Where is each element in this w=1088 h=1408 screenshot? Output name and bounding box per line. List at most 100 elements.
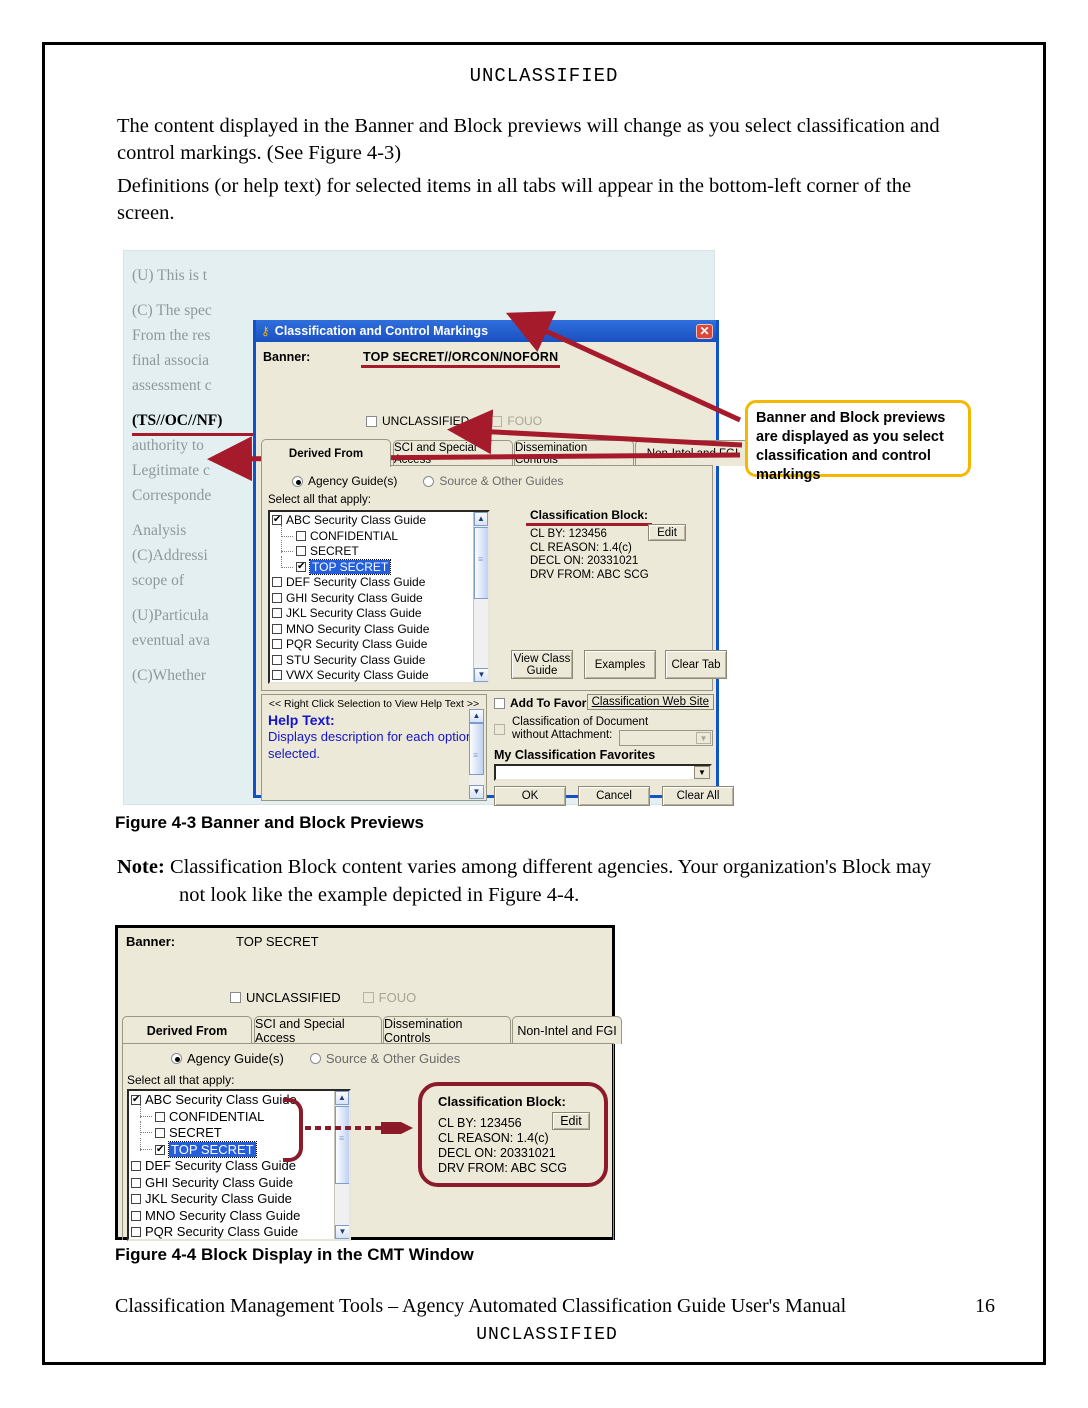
clear-tab-button[interactable]: Clear Tab xyxy=(665,650,727,679)
note-label: Note: xyxy=(117,856,165,878)
my-classification-favorites-select[interactable]: ▼ xyxy=(494,764,712,781)
checkbox-icon[interactable] xyxy=(131,1161,141,1171)
f44-scroll-down-icon[interactable]: ▼ xyxy=(335,1225,349,1239)
list-item[interactable]: TOP SECRET xyxy=(129,1137,349,1159)
f44-tab-dissemination-controls[interactable]: Dissemination Controls xyxy=(383,1016,511,1045)
f44-unclassified-checkbox[interactable] xyxy=(230,992,241,1003)
f44-tab-derived-from[interactable]: Derived From xyxy=(122,1016,252,1044)
checkbox-icon[interactable] xyxy=(131,1194,141,1204)
checkbox-checked-icon[interactable] xyxy=(296,559,306,574)
examples-button[interactable]: Examples xyxy=(584,650,656,679)
cancel-button[interactable]: Cancel xyxy=(578,786,650,806)
guide-listbox[interactable]: ABC Security Class GuideCONFIDENTIALSECR… xyxy=(268,510,490,684)
f44-scrollbar-thumb[interactable] xyxy=(335,1106,349,1184)
scroll-up-icon[interactable]: ▲ xyxy=(474,512,488,526)
list-item[interactable]: CONFIDENTIAL xyxy=(270,524,488,545)
list-item[interactable]: DEF Security Class Guide xyxy=(129,1158,349,1175)
f44-derived-from-panel: Agency Guide(s) Source & Other Guides Sel… xyxy=(122,1043,614,1241)
checkbox-icon[interactable] xyxy=(272,608,282,618)
checkbox-icon[interactable] xyxy=(131,1177,141,1188)
list-item[interactable]: PQR Security Class Guide xyxy=(129,1224,349,1239)
list-item[interactable]: TOP SECRET xyxy=(270,555,488,576)
list-item[interactable]: MNO Security Class Guide xyxy=(270,622,488,638)
f44-banner-label: Banner: xyxy=(126,934,176,949)
agency-guides-radio[interactable] xyxy=(292,475,303,487)
ok-button[interactable]: OK xyxy=(494,786,566,806)
paragraph-1: The content displayed in the Banner and … xyxy=(117,115,940,164)
close-icon[interactable]: ✕ xyxy=(696,323,713,339)
checkbox-icon[interactable] xyxy=(272,670,282,680)
checkbox-icon[interactable] xyxy=(296,546,306,556)
add-to-favorites-checkbox[interactable] xyxy=(494,697,505,709)
tab-dissemination-controls[interactable]: Dissemination Controls xyxy=(514,440,634,466)
list-item[interactable]: JKL Security Class Guide xyxy=(270,606,488,622)
f44-banner-row: Banner: TOP SECRET xyxy=(126,933,319,951)
classification-web-site-link[interactable]: Classification Web Site xyxy=(586,694,714,710)
f44-classification-block-title: Classification Block: xyxy=(438,1094,566,1109)
list-item[interactable]: STU Security Class Guide xyxy=(129,1241,349,1242)
list-item[interactable]: GHI Security Class Guide xyxy=(129,1175,349,1192)
f44-tab-sci-and-special-access[interactable]: SCI and Special Access xyxy=(254,1016,382,1045)
checkbox-icon[interactable] xyxy=(272,592,282,603)
scroll-down-icon[interactable]: ▼ xyxy=(474,668,488,682)
bgdoc-line: eventual ava xyxy=(132,632,210,649)
unclassified-checkbox[interactable] xyxy=(366,415,377,427)
list-item-label: STU Security Class Guide xyxy=(145,1241,296,1242)
list-item[interactable]: YZ Security Class Guide xyxy=(270,684,488,685)
scrollbar-thumb[interactable] xyxy=(474,527,488,599)
listbox-scrollbar[interactable]: ▲ ▼ xyxy=(473,512,488,682)
checkbox-icon[interactable] xyxy=(296,530,306,541)
help-scroll-down-icon[interactable]: ▼ xyxy=(469,785,484,799)
fouo-checkbox[interactable] xyxy=(491,415,503,427)
checkbox-icon[interactable] xyxy=(131,1227,141,1237)
list-item-label: ABC Security Class Guide xyxy=(286,513,427,527)
list-item[interactable]: VWX Security Class Guide xyxy=(270,668,488,682)
help-scroll-up-icon[interactable]: ▲ xyxy=(469,709,484,723)
list-item[interactable]: ABC Security Class Guide xyxy=(270,512,488,529)
f44-tab-non-intel-and-fgi[interactable]: Non-Intel and FGI xyxy=(512,1016,622,1044)
dialog-title-bar[interactable]: ⚷ Classification and Control Markings ✕ xyxy=(256,320,716,342)
f44-guide-listbox[interactable]: ABC Security Class GuideCONFIDENTIALSECR… xyxy=(127,1089,351,1241)
select-all-label: Select all that apply: xyxy=(268,494,371,506)
list-item[interactable]: DEF Security Class Guide xyxy=(270,575,488,591)
f44-scroll-up-icon[interactable]: ▲ xyxy=(335,1091,349,1105)
list-item[interactable]: JKL Security Class Guide xyxy=(129,1191,349,1208)
checkbox-icon[interactable] xyxy=(131,1210,141,1221)
view-class-guide-label: View Class Guide xyxy=(513,652,571,677)
checkbox-icon[interactable] xyxy=(272,639,282,649)
list-item-label: GHI Security Class Guide xyxy=(286,590,423,605)
list-item[interactable]: ABC Security Class Guide xyxy=(129,1092,349,1109)
checkbox-checked-icon[interactable] xyxy=(155,1142,165,1158)
help-scrollbar[interactable]: ▲ ▼ xyxy=(469,709,484,799)
view-class-guide-button[interactable]: View Class Guide xyxy=(511,650,573,679)
edit-button[interactable]: Edit xyxy=(648,524,686,541)
list-item[interactable]: STU Security Class Guide xyxy=(270,653,488,669)
checkbox-icon[interactable] xyxy=(155,1128,165,1138)
list-item[interactable]: GHI Security Class Guide xyxy=(270,591,488,607)
help-scrollbar-thumb[interactable] xyxy=(469,723,484,775)
tab-non-intel-and-fgi[interactable]: Non-Intel and FGI xyxy=(635,440,750,466)
f44-fouo-checkbox[interactable] xyxy=(362,992,374,1003)
checkbox-icon[interactable] xyxy=(272,623,282,634)
list-item[interactable]: PQR Security Class Guide xyxy=(270,637,488,653)
guide-source-radio-group: Agency Guide(s) Source & Other Guides xyxy=(292,474,589,488)
checkbox-icon[interactable] xyxy=(155,1111,165,1122)
f44-edit-button[interactable]: Edit xyxy=(552,1112,590,1130)
classification-of-document-checkbox[interactable] xyxy=(494,724,505,735)
list-item[interactable]: MNO Security Class Guide xyxy=(129,1208,349,1225)
checkbox-icon[interactable] xyxy=(272,577,282,587)
help-text-panel: << Right Click Selection to View Help Te… xyxy=(261,694,487,801)
attachment-select[interactable]: ▼ xyxy=(619,730,713,746)
tab-derived-from[interactable]: Derived From xyxy=(261,439,391,467)
checkbox-checked-icon[interactable] xyxy=(272,512,282,527)
checkbox-icon[interactable] xyxy=(272,654,282,665)
f44-agency-guides-radio[interactable] xyxy=(171,1053,182,1064)
tab-sci-and-special-access[interactable]: SCI and Special Access xyxy=(393,440,513,466)
source-other-guides-radio[interactable] xyxy=(423,475,435,487)
list-item[interactable]: SECRET xyxy=(270,540,488,560)
help-title: Help Text: xyxy=(268,712,335,728)
clear-all-button[interactable]: Clear All xyxy=(662,786,734,806)
checkbox-checked-icon[interactable] xyxy=(131,1092,141,1108)
f44-listbox-scrollbar[interactable]: ▲ ▼ xyxy=(334,1091,349,1239)
f44-source-other-guides-radio[interactable] xyxy=(309,1053,321,1064)
